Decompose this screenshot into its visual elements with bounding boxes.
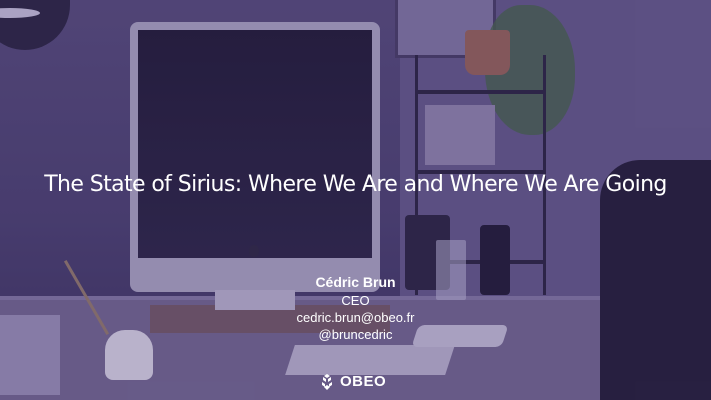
presenter-info: Cédric Brun CEO cedric.brun@obeo.fr @bru… <box>0 272 711 343</box>
presenter-handle: @bruncedric <box>318 327 393 342</box>
brand-name: OBEO <box>340 373 387 390</box>
obeo-logo-icon <box>318 373 336 391</box>
presenter-name: Cédric Brun <box>315 274 396 290</box>
obeo-brand: OBEO <box>318 371 386 393</box>
slide-title: The State of Sirius: Where We Are and Wh… <box>44 172 667 197</box>
title-slide: The State of Sirius: Where We Are and Wh… <box>0 0 711 400</box>
presenter-email: cedric.brun@obeo.fr <box>296 310 415 325</box>
presenter-role: CEO <box>341 293 370 308</box>
